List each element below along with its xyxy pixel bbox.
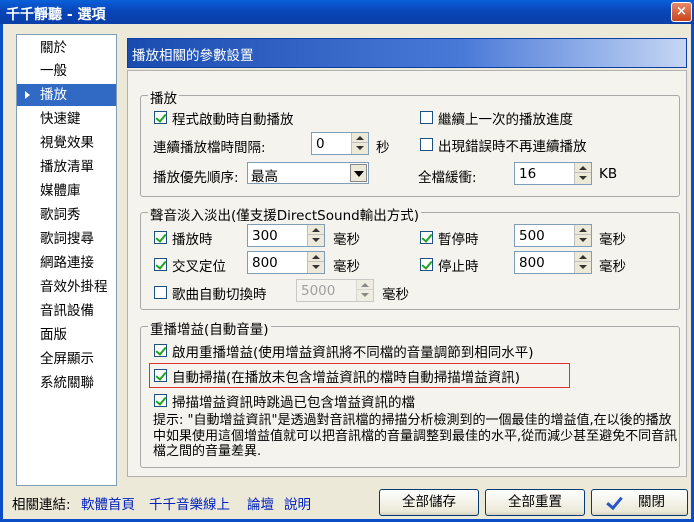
fade-play-value: 300	[252, 228, 278, 244]
link-music-online[interactable]: 千千音樂線上	[149, 493, 230, 513]
sidebar-item-network[interactable]: 網路連接	[17, 252, 116, 274]
priority-select[interactable]: 最高	[247, 162, 369, 185]
stepper-down-icon[interactable]	[575, 173, 591, 183]
page-title: 播放相關的參數設置	[127, 38, 687, 68]
fade-stop-stepper[interactable]: 800	[514, 251, 592, 274]
fade-stop-checkbox[interactable]	[420, 258, 433, 271]
sidebar-item-general[interactable]: 一般	[17, 60, 116, 82]
link-homepage[interactable]: 軟體首頁	[81, 493, 135, 513]
stepper-up-icon[interactable]	[575, 225, 591, 235]
buffer-value: 16	[519, 166, 537, 182]
sidebar-item-visual[interactable]: 視覺效果	[17, 132, 116, 154]
sidebar-item-about[interactable]: 關於	[17, 37, 116, 59]
stepper-up-icon[interactable]	[575, 252, 591, 262]
related-links-label: 相關連結:	[12, 497, 71, 513]
replaygain-enable-label: 啟用重播增益(使用增益資訊將不同檔的音量調節到相同水平)	[172, 345, 534, 361]
fade-play-unit: 毫秒	[333, 232, 360, 248]
buffer-label: 全檔緩衝:	[418, 170, 477, 186]
priority-label: 播放優先順序:	[153, 170, 239, 186]
close-button[interactable]: 關閉	[591, 489, 688, 516]
fade-group-legend: 聲音淡入淡出(僅支援DirectSound輸出方式)	[148, 204, 421, 224]
sidebar-item-playlist[interactable]: 播放清單	[17, 156, 116, 178]
fade-seek-checkbox[interactable]	[154, 258, 167, 271]
fade-pause-unit: 毫秒	[599, 232, 626, 248]
fade-auto-switch-value: 5000	[301, 283, 336, 299]
sidebar-item-media-library[interactable]: 媒體庫	[17, 180, 116, 202]
no-continue-on-error-label: 出現錯誤時不再連續播放	[438, 139, 587, 155]
stepper-up-icon[interactable]	[308, 252, 324, 262]
title-bar: 千千靜聽 - 選項 ×	[0, 0, 694, 24]
save-all-button[interactable]: 全部儲存	[379, 489, 479, 516]
stepper-down-icon[interactable]	[352, 143, 368, 153]
fade-pause-checkbox[interactable]	[420, 231, 433, 244]
replaygain-autoscan-checkbox[interactable]	[154, 369, 167, 382]
fade-stop-value: 800	[519, 255, 545, 271]
link-help[interactable]: 說明	[284, 493, 311, 513]
stepper-down-icon	[357, 290, 373, 300]
sidebar-item-label: 播放	[40, 87, 67, 103]
fade-play-stepper[interactable]: 300	[247, 224, 325, 247]
autoplay-checkbox[interactable]	[154, 111, 167, 124]
buffer-stepper[interactable]: 16	[514, 162, 592, 185]
fade-stop-label: 停止時	[438, 259, 479, 275]
no-continue-on-error-checkbox[interactable]	[420, 138, 433, 151]
replaygain-skip-checkbox[interactable]	[154, 394, 167, 407]
fade-stop-unit: 毫秒	[599, 259, 626, 275]
autoplay-label: 程式啟動時自動播放	[172, 112, 294, 128]
category-list[interactable]: 關於 一般 播放 快速鍵 視覺效果 播放清單 媒體庫 歌詞秀 歌詞搜尋 網路連接…	[16, 34, 117, 486]
fade-auto-switch-unit: 毫秒	[382, 287, 409, 303]
stepper-up-icon[interactable]	[352, 133, 368, 143]
sidebar-item-lyrics-search[interactable]: 歌詞搜尋	[17, 228, 116, 250]
stepper-down-icon[interactable]	[575, 235, 591, 245]
fade-pause-label: 暫停時	[438, 232, 479, 248]
sidebar-item-audio-device[interactable]: 音訊設備	[17, 300, 116, 322]
fade-seek-value: 800	[252, 255, 278, 271]
sidebar-item-hotkeys[interactable]: 快速鍵	[17, 108, 116, 130]
interval-value: 0	[316, 136, 325, 152]
resume-label: 繼續上一次的播放進度	[438, 112, 573, 128]
interval-label: 連續播放檔時間隔:	[153, 140, 266, 156]
sidebar-item-lyrics-show[interactable]: 歌詞秀	[17, 204, 116, 226]
replaygain-skip-label: 掃描增益資訊時跳過已包含增益資訊的檔	[172, 395, 415, 411]
selected-arrow-icon	[25, 91, 30, 99]
fade-seek-unit: 毫秒	[333, 259, 360, 275]
fade-auto-switch-checkbox[interactable]	[154, 286, 167, 299]
fade-play-label: 播放時	[172, 232, 213, 248]
sidebar-item-fullscreen[interactable]: 全屏顯示	[17, 348, 116, 370]
interval-unit: 秒	[376, 140, 390, 156]
reset-all-button[interactable]: 全部重置	[485, 489, 585, 516]
sidebar-item-file-association[interactable]: 系統關聯	[17, 372, 116, 394]
close-button-label: 關閉	[638, 494, 665, 510]
fade-pause-value: 500	[519, 228, 545, 244]
link-forum[interactable]: 論壇	[247, 493, 274, 513]
stepper-down-icon[interactable]	[308, 235, 324, 245]
stepper-up-icon[interactable]	[575, 163, 591, 173]
buffer-unit: KB	[599, 166, 618, 182]
check-icon	[606, 492, 623, 511]
fade-pause-stepper[interactable]: 500	[514, 224, 592, 247]
priority-value: 最高	[251, 169, 278, 185]
stepper-up-icon	[357, 280, 373, 290]
interval-stepper[interactable]: 0	[311, 132, 369, 155]
playback-group-legend: 播放	[148, 87, 179, 107]
fade-seek-label: 交叉定位	[172, 259, 226, 275]
window-title: 千千靜聽 - 選項	[6, 7, 106, 23]
sidebar-item-effect-plugins[interactable]: 音效外掛程	[17, 276, 116, 298]
replaygain-autoscan-label: 自動掃描(在播放未包含增益資訊的檔時自動掃描增益資訊)	[172, 370, 521, 386]
sidebar-item-playback[interactable]: 播放	[17, 84, 116, 106]
stepper-down-icon[interactable]	[575, 262, 591, 272]
replaygain-enable-checkbox[interactable]	[154, 344, 167, 357]
window-close-button[interactable]: ×	[671, 2, 692, 22]
resume-checkbox[interactable]	[420, 111, 433, 124]
fade-play-checkbox[interactable]	[154, 231, 167, 244]
fade-auto-switch-label: 歌曲自動切換時	[172, 287, 267, 303]
dropdown-arrow-icon[interactable]	[350, 164, 367, 182]
fade-seek-stepper[interactable]: 800	[247, 251, 325, 274]
fade-auto-switch-stepper: 5000	[296, 279, 374, 302]
sidebar-item-skin[interactable]: 面版	[17, 324, 116, 346]
replaygain-group-legend: 重播增益(自動音量)	[148, 318, 271, 338]
stepper-up-icon[interactable]	[308, 225, 324, 235]
replaygain-hint: 提示: "自動增益資訊"是透過對音訊檔的掃描分析檢測到的一個最佳的增益值,在以後…	[153, 413, 678, 459]
stepper-down-icon[interactable]	[308, 262, 324, 272]
